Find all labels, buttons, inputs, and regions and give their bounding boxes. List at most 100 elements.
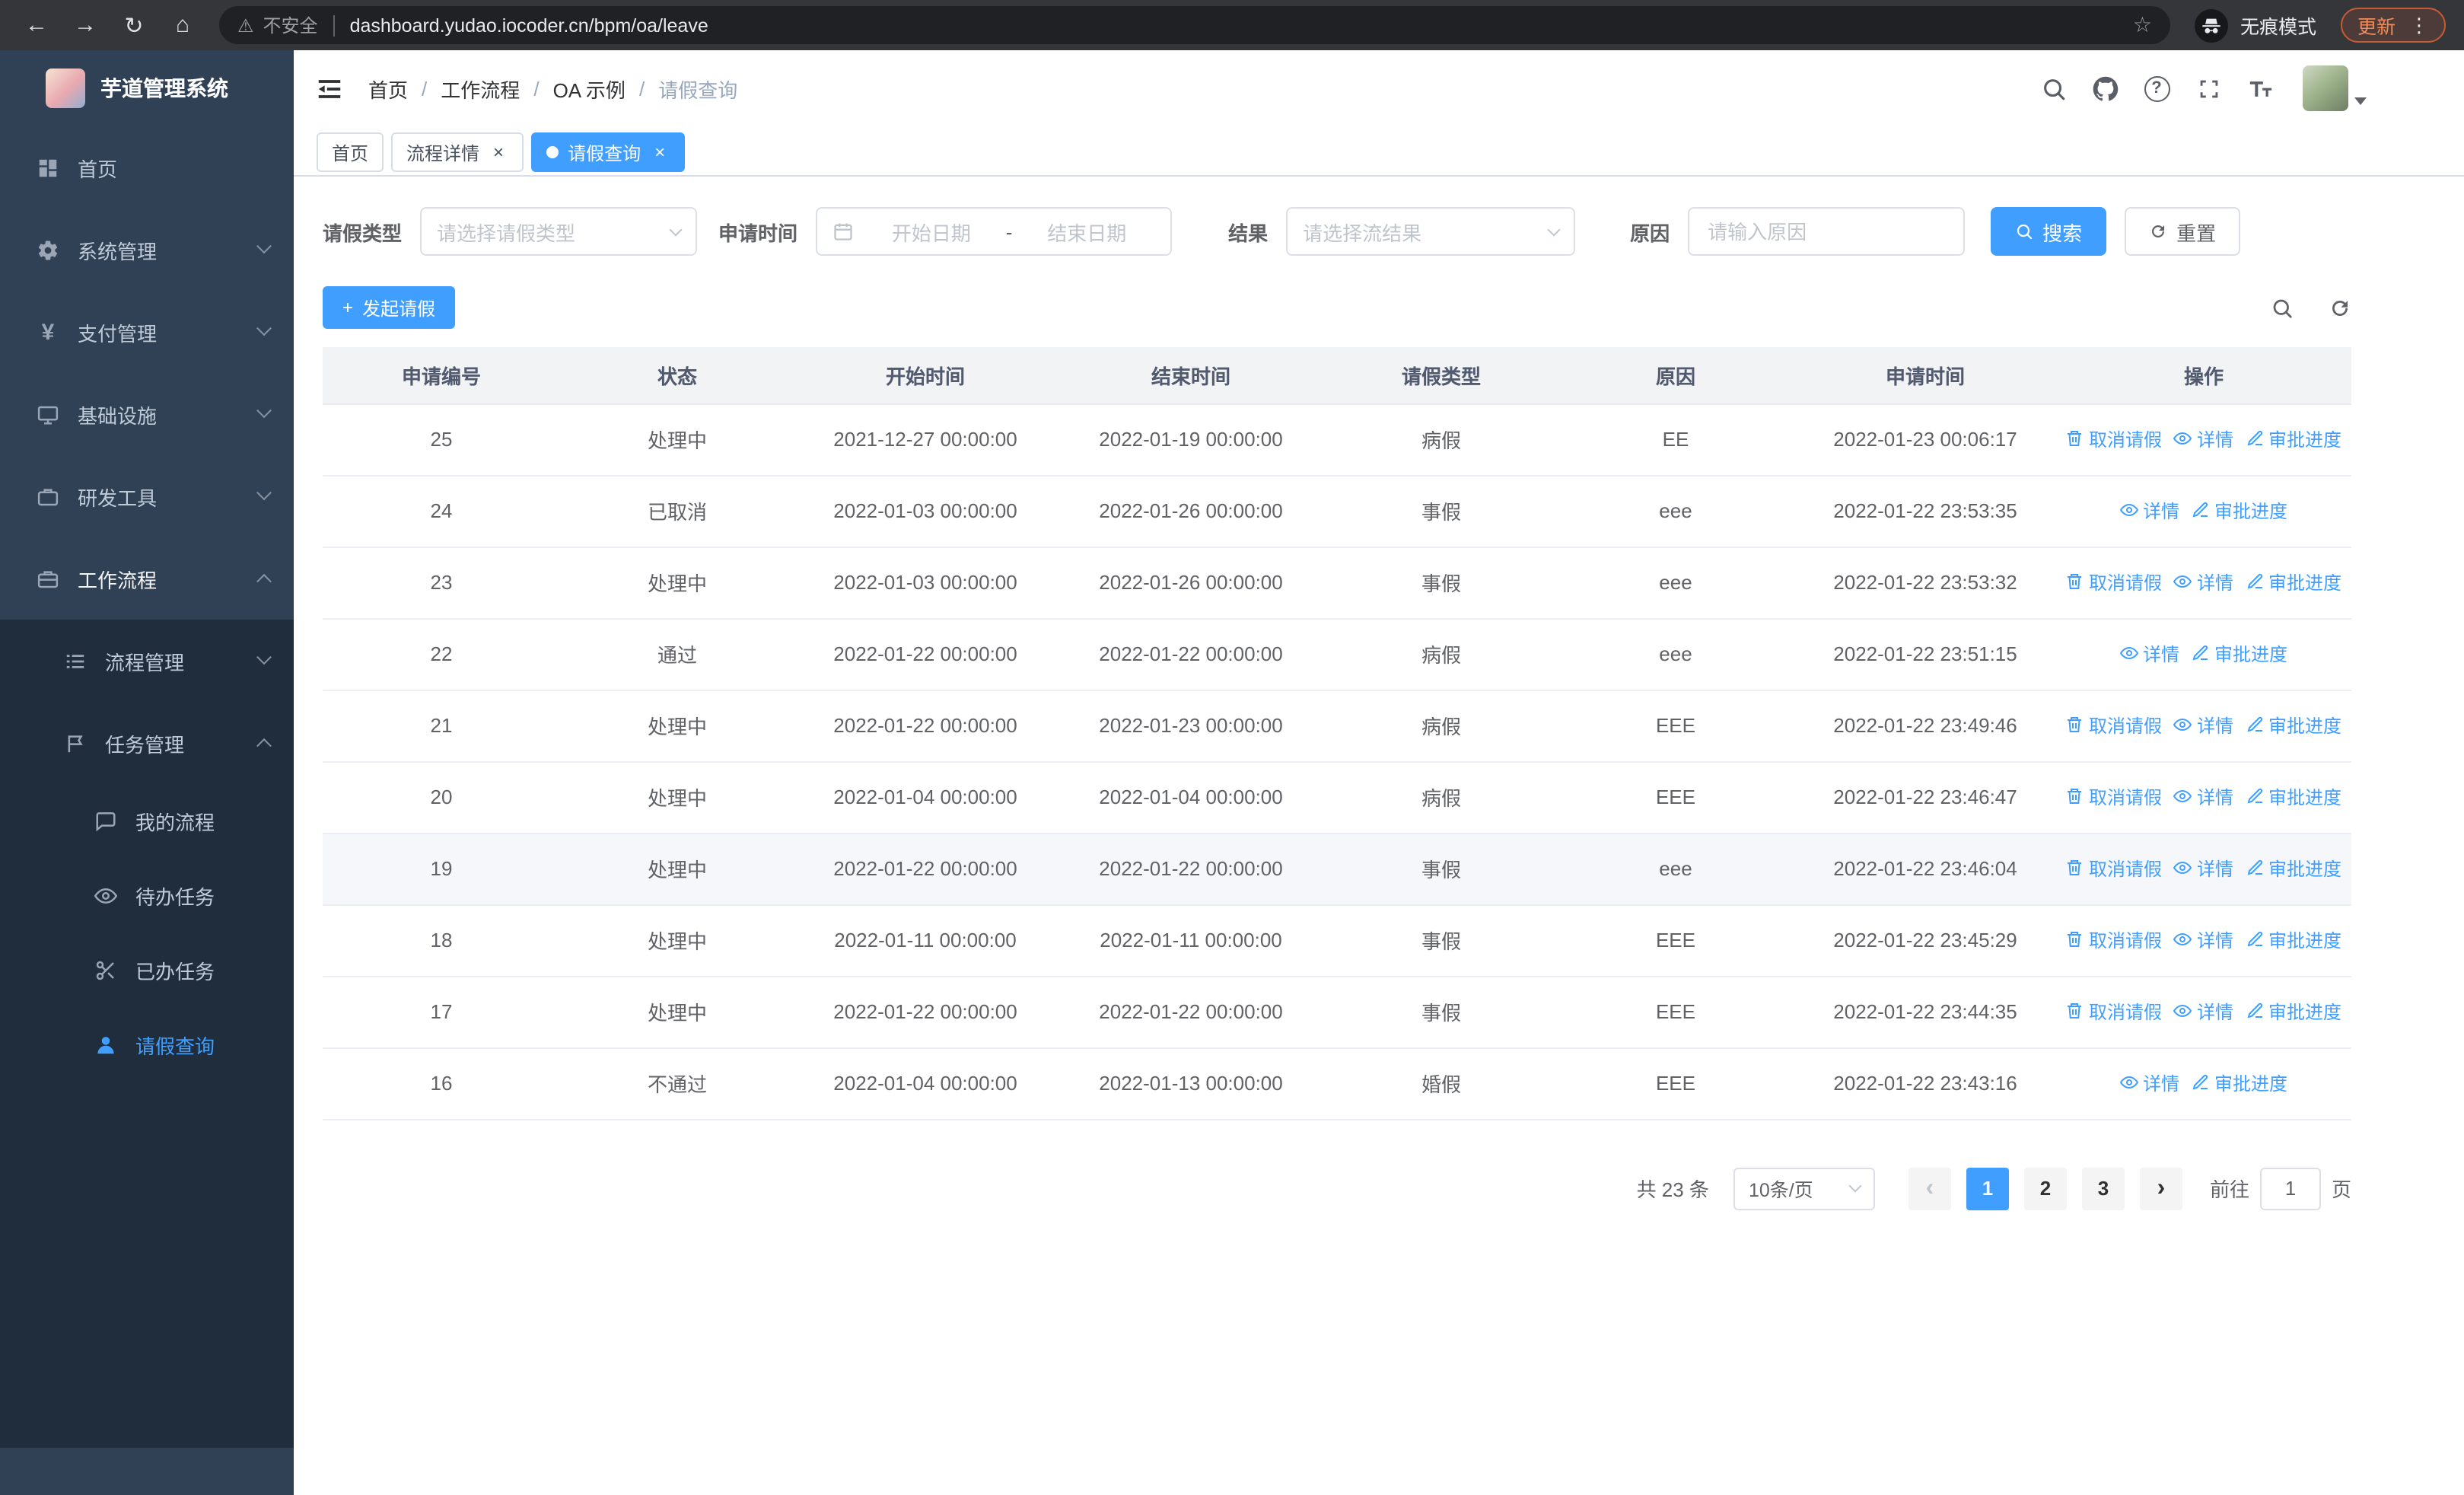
user-menu[interactable] — [2303, 65, 2367, 111]
sidebar-item-label: 研发工具 — [78, 486, 158, 509]
bookmark-star-icon[interactable]: ☆ — [2133, 12, 2152, 38]
sidebar-item-todo-tasks[interactable]: 待办任务 — [0, 859, 294, 933]
action-label: 详情 — [2142, 500, 2179, 522]
tab-home[interactable]: 首页 — [317, 132, 384, 172]
progress-action-link[interactable]: 审批进度 — [2246, 784, 2341, 810]
detail-action-link[interactable]: 详情 — [2173, 426, 2233, 452]
action-label: 审批进度 — [2268, 715, 2342, 737]
help-button[interactable]: ? — [2135, 67, 2178, 110]
detail-action-link[interactable]: 详情 — [2173, 856, 2233, 881]
breadcrumb-separator: / — [533, 77, 540, 100]
sidebar-item-infrastructure[interactable]: 基础设施 — [0, 373, 294, 455]
page-button-2[interactable]: 2 — [2023, 1167, 2067, 1210]
font-size-button[interactable] — [2239, 67, 2281, 110]
cell-apply-id: 23 — [323, 547, 560, 619]
chevron-down-icon — [669, 222, 683, 236]
tab-label: 首页 — [332, 142, 369, 164]
sidebar-item-system-management[interactable]: 系统管理 — [0, 209, 294, 291]
cancel-action-link[interactable]: 取消请假 — [2066, 712, 2162, 738]
detail-action-link[interactable]: 详情 — [2119, 1070, 2179, 1096]
incognito-glyph — [2201, 14, 2222, 36]
sidebar-toggle-icon[interactable] — [315, 74, 344, 103]
refresh-table-icon[interactable] — [2329, 296, 2351, 319]
progress-action-link[interactable]: 审批进度 — [2192, 1070, 2287, 1096]
tab-process-detail[interactable]: 流程详情 × — [391, 132, 524, 172]
sidebar-item-my-process[interactable]: 我的流程 — [0, 784, 294, 859]
progress-action-link[interactable]: 审批进度 — [2246, 712, 2341, 738]
cell-apply-time: 2022-01-23 00:06:17 — [1794, 403, 2056, 476]
github-button[interactable] — [2084, 67, 2126, 110]
browser-reload-button[interactable]: ↻ — [114, 5, 154, 45]
progress-action-link[interactable]: 审批进度 — [2246, 569, 2341, 595]
action-label: 审批进度 — [2214, 500, 2288, 522]
incognito-label: 无痕模式 — [2240, 17, 2316, 38]
cancel-action-link[interactable]: 取消请假 — [2066, 856, 2162, 881]
cancel-action-link[interactable]: 取消请假 — [2066, 569, 2162, 595]
progress-action-link[interactable]: 审批进度 — [2192, 498, 2287, 524]
cell-reason: EEE — [1557, 904, 1794, 977]
detail-action-link[interactable]: 详情 — [2173, 784, 2233, 810]
search-button[interactable]: 搜索 — [1991, 207, 2107, 256]
progress-action-link[interactable]: 审批进度 — [2192, 641, 2287, 667]
cell-apply-id: 24 — [323, 475, 560, 547]
security-status[interactable]: ⚠ 不安全 — [237, 12, 318, 38]
cell-status: 不通过 — [560, 1047, 794, 1120]
progress-action-link[interactable]: 审批进度 — [2246, 999, 2341, 1025]
browser-update-button[interactable]: 更新 ⋮ — [2340, 8, 2446, 43]
header-search-button[interactable] — [2032, 67, 2074, 110]
goto-page-input[interactable] — [2259, 1167, 2321, 1210]
progress-action-link[interactable]: 审批进度 — [2246, 856, 2341, 881]
reason-input[interactable] — [1688, 207, 1966, 256]
fullscreen-button[interactable] — [2187, 67, 2230, 110]
browser-forward-button[interactable]: → — [65, 5, 105, 45]
apply-time-range-picker[interactable]: 开始日期 - 结束日期 — [816, 207, 1173, 256]
detail-action-link[interactable]: 详情 — [2119, 498, 2179, 524]
sidebar-item-leave-query[interactable]: 请假查询 — [0, 1008, 294, 1082]
close-icon[interactable]: × — [650, 142, 670, 162]
detail-action-link[interactable]: 详情 — [2173, 712, 2233, 738]
sidebar-item-dev-tools[interactable]: 研发工具 — [0, 455, 294, 537]
cancel-action-link[interactable]: 取消请假 — [2066, 999, 2162, 1025]
browser-chrome: ← → ↻ ⌂ ⚠ 不安全 dashboard.yudao.iocoder.cn… — [0, 0, 2464, 50]
page-size-select[interactable]: 10条/页 — [1733, 1167, 1875, 1210]
next-page-button[interactable]: › — [2139, 1167, 2182, 1210]
browser-menu-icon[interactable]: ⋮ — [2409, 13, 2429, 37]
browser-back-button[interactable]: ← — [17, 5, 56, 45]
page-button-1[interactable]: 1 — [1966, 1167, 2009, 1210]
sidebar-item-workflow[interactable]: 工作流程 — [0, 537, 294, 620]
browser-home-button[interactable]: ⌂ — [163, 5, 202, 45]
cancel-action-link[interactable]: 取消请假 — [2066, 784, 2162, 810]
detail-action-link[interactable]: 详情 — [2173, 569, 2233, 595]
breadcrumb-item[interactable]: OA 示例 — [553, 74, 626, 103]
sidebar-item-process-management[interactable]: 流程管理 — [0, 620, 294, 702]
detail-action-link[interactable]: 详情 — [2119, 641, 2179, 667]
page-button-3[interactable]: 3 — [2081, 1167, 2125, 1210]
sidebar-item-completed-tasks[interactable]: 已办任务 — [0, 933, 294, 1008]
sidebar-item-home[interactable]: 首页 — [0, 126, 294, 209]
font-size-icon — [2247, 75, 2273, 101]
reset-button[interactable]: 重置 — [2125, 207, 2241, 256]
tab-leave-query[interactable]: 请假查询 × — [531, 132, 686, 172]
top-navbar: 首页 / 工作流程 / OA 示例 / 请假查询 ? — [294, 50, 2464, 126]
detail-action-link[interactable]: 详情 — [2173, 999, 2233, 1025]
address-bar[interactable]: ⚠ 不安全 dashboard.yudao.iocoder.cn/bpm/oa/… — [219, 6, 2170, 44]
cancel-action-link[interactable]: 取消请假 — [2066, 426, 2162, 452]
result-select[interactable]: 请选择流结果 — [1286, 207, 1576, 256]
goto-page: 前往 页 — [2210, 1167, 2351, 1210]
cell-actions: 取消请假 详情 审批进度 — [2056, 761, 2351, 834]
detail-action-link[interactable]: 详情 — [2173, 927, 2233, 953]
progress-action-link[interactable]: 审批进度 — [2246, 426, 2341, 452]
url-text: dashboard.yudao.iocoder.cn/bpm/oa/leave — [349, 14, 708, 36]
close-icon[interactable]: × — [489, 142, 508, 162]
progress-action-link[interactable]: 审批进度 — [2246, 927, 2341, 953]
create-leave-button[interactable]: + 发起请假 — [323, 286, 456, 329]
leave-type-select[interactable]: 请选择请假类型 — [420, 207, 698, 256]
breadcrumb-item[interactable]: 首页 — [368, 74, 408, 103]
prev-page-button[interactable]: ‹ — [1908, 1167, 1951, 1210]
cancel-action-link[interactable]: 取消请假 — [2066, 927, 2162, 953]
sidebar-item-payment-management[interactable]: ¥ 支付管理 — [0, 291, 294, 373]
sidebar-item-task-management[interactable]: 任务管理 — [0, 702, 294, 784]
breadcrumb-item[interactable]: 工作流程 — [441, 74, 520, 103]
toggle-search-icon[interactable] — [2271, 296, 2294, 319]
action-label: 审批进度 — [2268, 429, 2342, 451]
